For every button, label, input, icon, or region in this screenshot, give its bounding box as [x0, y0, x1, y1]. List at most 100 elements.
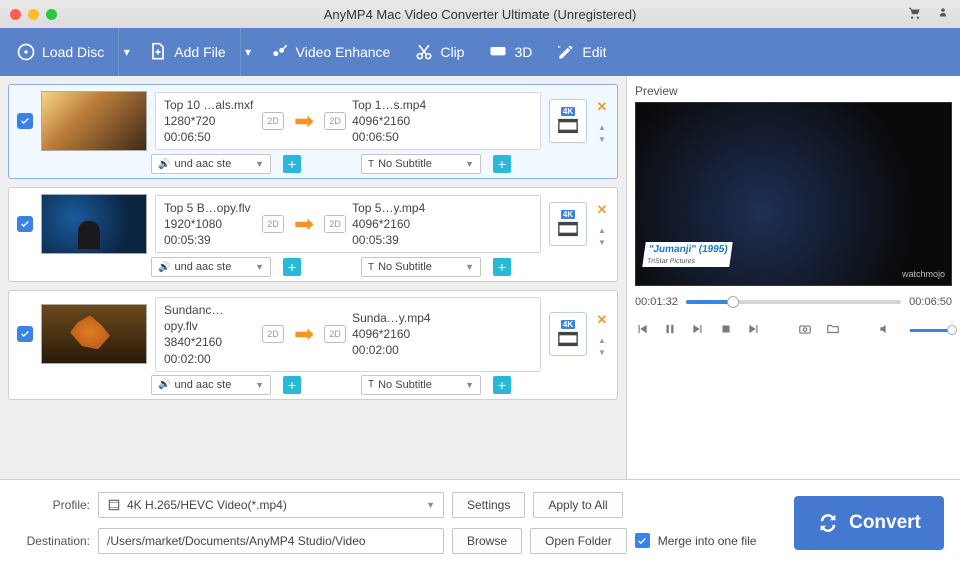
dst-duration: 00:06:50 — [352, 129, 444, 145]
move-up-button[interactable]: ▲ — [598, 336, 606, 345]
add-audio-button[interactable]: + — [283, 376, 301, 394]
list-item[interactable]: Top 10 …als.mxf 1280*720 00:06:50 2D ➡ 2… — [8, 84, 618, 179]
item-checkbox[interactable] — [17, 216, 33, 232]
item-thumbnail[interactable] — [41, 91, 147, 151]
subtitle-select[interactable]: TNo Subtitle▼ — [361, 257, 481, 277]
subtitle-select[interactable]: TNo Subtitle▼ — [361, 375, 481, 395]
titlebar: AnyMP4 Mac Video Converter Ultimate (Unr… — [0, 0, 960, 28]
src-duration: 00:06:50 — [164, 129, 256, 145]
apply-to-all-button[interactable]: Apply to All — [533, 492, 622, 518]
volume-slider[interactable] — [910, 329, 952, 332]
item-thumbnail[interactable] — [41, 194, 147, 254]
output-format-button[interactable]: 4K — [549, 99, 587, 143]
open-folder-button[interactable]: Open Folder — [530, 528, 627, 554]
load-disc-dropdown[interactable]: ▾ — [118, 28, 134, 76]
maximize-window-button[interactable] — [46, 9, 57, 20]
add-audio-button[interactable]: + — [283, 258, 301, 276]
remove-item-button[interactable]: ✕ — [595, 202, 609, 218]
destination-field[interactable]: /Users/market/Documents/AnyMP4 Studio/Vi… — [98, 528, 444, 554]
audio-track-select[interactable]: 🔊und aac ste▼ — [151, 257, 271, 277]
format-badge: 4K — [561, 210, 575, 219]
pause-button[interactable] — [663, 322, 677, 339]
move-up-button[interactable]: ▲ — [598, 123, 606, 132]
arrow-icon: ➡ — [290, 107, 318, 136]
format-badge: 4K — [561, 320, 575, 329]
dest-2d-badge: 2D — [324, 215, 346, 233]
add-file-label: Add File — [174, 44, 225, 60]
dest-2d-badge: 2D — [324, 325, 346, 343]
move-down-button[interactable]: ▼ — [598, 135, 606, 144]
audio-track-select[interactable]: 🔊und aac ste▼ — [151, 154, 271, 174]
preview-panel: Preview "Jumanji" (1995)TriStar Pictures… — [626, 76, 960, 479]
move-up-button[interactable]: ▲ — [598, 226, 606, 235]
add-subtitle-button[interactable]: + — [493, 376, 511, 394]
arrow-icon: ➡ — [290, 210, 318, 239]
3d-button[interactable]: 3D — [478, 28, 542, 76]
destination-value: /Users/market/Documents/AnyMP4 Studio/Vi… — [107, 534, 366, 548]
remove-item-button[interactable]: ✕ — [595, 99, 609, 115]
snapshot-button[interactable] — [798, 322, 812, 339]
remove-item-button[interactable]: ✕ — [595, 312, 609, 328]
next-button[interactable] — [747, 322, 761, 339]
item-checkbox[interactable] — [17, 326, 33, 342]
src-filename: Top 10 …als.mxf — [164, 97, 256, 113]
snapshot-folder-button[interactable] — [826, 322, 840, 339]
add-subtitle-button[interactable]: + — [493, 155, 511, 173]
bottom-bar: Profile: 4K H.265/HEVC Video(*.mp4) ▼ Se… — [0, 479, 960, 565]
move-down-button[interactable]: ▼ — [598, 238, 606, 247]
move-down-button[interactable]: ▼ — [598, 348, 606, 357]
item-checkbox[interactable] — [17, 113, 33, 129]
merge-checkbox[interactable] — [635, 533, 650, 548]
window-controls — [10, 9, 57, 20]
add-subtitle-button[interactable]: + — [493, 258, 511, 276]
destination-label: Destination: — [16, 534, 90, 548]
prev-button[interactable] — [635, 322, 649, 339]
edit-label: Edit — [582, 44, 606, 60]
dst-filename: Top 5…y.mp4 — [352, 200, 444, 216]
dst-duration: 00:02:00 — [352, 342, 444, 358]
chevron-down-icon: ▼ — [465, 159, 474, 169]
video-enhance-button[interactable]: Video Enhance — [260, 28, 401, 76]
src-resolution: 1920*1080 — [164, 216, 256, 232]
preview-video[interactable]: "Jumanji" (1995)TriStar Pictures watchmo… — [635, 102, 952, 286]
profile-value: 4K H.265/HEVC Video(*.mp4) — [127, 498, 287, 512]
speaker-icon: 🔊 — [158, 159, 170, 170]
item-thumbnail[interactable] — [41, 304, 147, 364]
item-info: Sundanc…opy.flv 3840*2160 00:02:00 2D ➡ … — [155, 297, 541, 372]
seek-bar[interactable] — [686, 300, 901, 304]
profile-label: Profile: — [16, 498, 90, 512]
audio-track-select[interactable]: 🔊und aac ste▼ — [151, 375, 271, 395]
convert-label: Convert — [849, 512, 921, 534]
register-icon[interactable] — [936, 6, 950, 23]
list-item[interactable]: Top 5 B…opy.flv 1920*1080 00:05:39 2D ➡ … — [8, 187, 618, 282]
list-item[interactable]: Sundanc…opy.flv 3840*2160 00:02:00 2D ➡ … — [8, 290, 618, 400]
src-resolution: 3840*2160 — [164, 334, 256, 350]
dst-duration: 00:05:39 — [352, 232, 444, 248]
output-format-button[interactable]: 4K — [549, 312, 587, 356]
browse-button[interactable]: Browse — [452, 528, 522, 554]
convert-button[interactable]: Convert — [794, 496, 944, 550]
output-format-button[interactable]: 4K — [549, 202, 587, 246]
add-file-button[interactable]: Add File — [138, 28, 235, 76]
add-audio-button[interactable]: + — [283, 155, 301, 173]
volume-icon[interactable] — [878, 322, 892, 339]
speaker-icon: 🔊 — [158, 379, 170, 390]
edit-button[interactable]: Edit — [546, 28, 616, 76]
profile-select[interactable]: 4K H.265/HEVC Video(*.mp4) ▼ — [98, 492, 444, 518]
stop-button[interactable] — [719, 322, 733, 339]
step-forward-button[interactable] — [691, 322, 705, 339]
settings-button[interactable]: Settings — [452, 492, 525, 518]
dest-2d-badge: 2D — [324, 112, 346, 130]
3d-label: 3D — [514, 44, 532, 60]
convert-icon — [817, 512, 839, 534]
clip-button[interactable]: Clip — [404, 28, 474, 76]
close-window-button[interactable] — [10, 9, 21, 20]
minimize-window-button[interactable] — [28, 9, 39, 20]
subtitle-select[interactable]: TNo Subtitle▼ — [361, 154, 481, 174]
add-file-dropdown[interactable]: ▾ — [240, 28, 256, 76]
dst-filename: Sunda…y.mp4 — [352, 310, 444, 326]
dst-resolution: 4096*2160 — [352, 113, 444, 129]
load-disc-button[interactable]: Load Disc — [6, 28, 114, 76]
preview-duration: 00:06:50 — [909, 296, 952, 308]
cart-icon[interactable] — [908, 6, 922, 23]
